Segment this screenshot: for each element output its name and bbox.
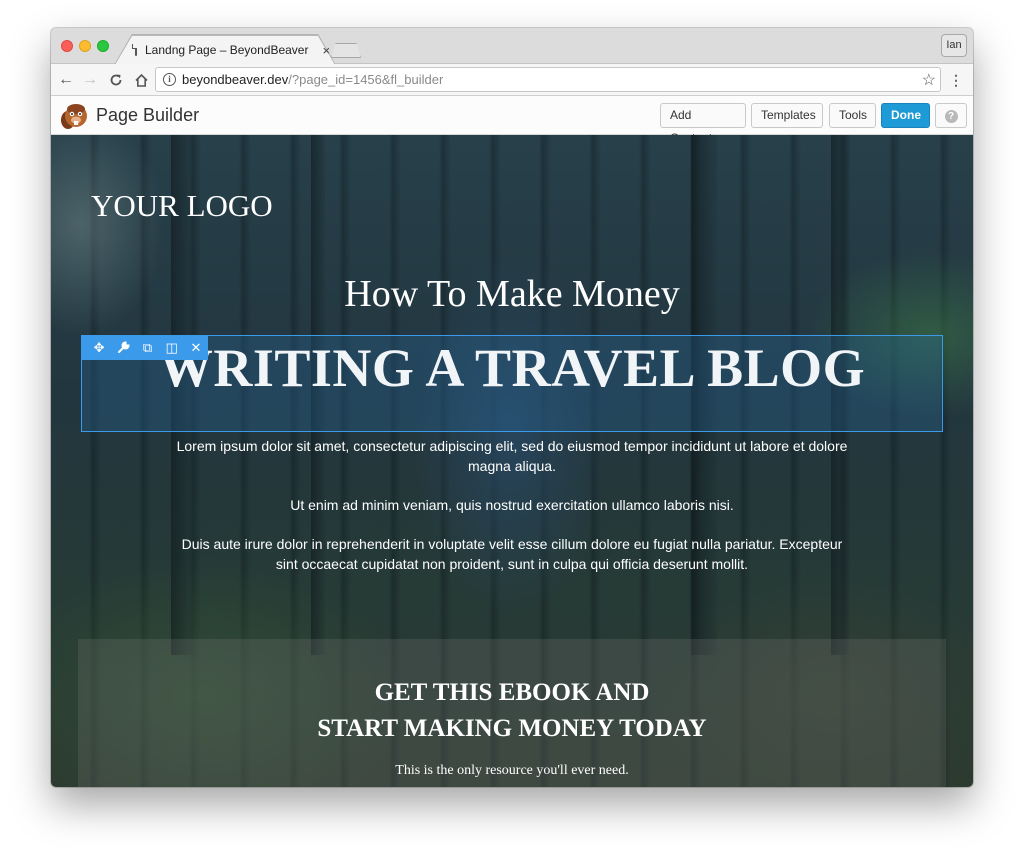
move-icon[interactable]: ✥ (87, 335, 111, 360)
info-icon[interactable]: i (163, 73, 176, 86)
help-button[interactable]: ? (935, 103, 967, 128)
cta-subtitle: This is the only resource you'll ever ne… (395, 763, 629, 778)
done-button[interactable]: Done (881, 103, 930, 128)
duplicate-icon[interactable]: ⧉ (135, 335, 159, 360)
beaver-logo-icon (61, 104, 87, 129)
browser-tab-content[interactable]: Landng Page – BeyondBeaver × (125, 36, 330, 64)
cta-section[interactable]: GET THIS EBOOK AND START MAKING MONEY TO… (78, 639, 946, 787)
remove-icon[interactable]: ✕ (184, 335, 208, 360)
cta-title-line: START MAKING MONEY TODAY (317, 715, 707, 742)
url-host: beyondbeaver.dev (182, 72, 289, 87)
url-path: /?page_id=1456&fl_builder (288, 72, 444, 87)
browser-window: Landng Page – BeyondBeaver × Ian ← → i b… (51, 28, 973, 787)
close-window-button[interactable] (61, 40, 73, 52)
document-icon (132, 44, 137, 56)
maximize-window-button[interactable] (97, 40, 109, 52)
tab-strip: Landng Page – BeyondBeaver × Ian (51, 28, 973, 65)
profile-button[interactable]: Ian (941, 34, 967, 57)
cta-title-line: GET THIS EBOOK AND (374, 679, 650, 706)
forward-arrow-icon[interactable]: → (81, 70, 99, 90)
home-icon[interactable] (132, 70, 150, 90)
hero-subtitle[interactable]: How To Make Money (51, 272, 973, 316)
hero-body-text[interactable]: Lorem ipsum dolor sit amet, consectetur … (171, 436, 853, 593)
hero-paragraph: Ut enim ad minim veniam, quis nostrud ex… (290, 497, 734, 513)
browser-toolbar: ← → i beyondbeaver.dev/?page_id=1456&fl_… (51, 64, 973, 96)
tools-button[interactable]: Tools (829, 103, 876, 128)
hero-paragraph: Lorem ipsum dolor sit amet, consectetur … (176, 438, 848, 474)
wrench-settings-icon[interactable] (111, 335, 135, 360)
hero-paragraph: Duis aute irure dolor in reprehenderit i… (181, 536, 843, 572)
templates-button[interactable]: Templates (751, 103, 823, 128)
page-builder-bar: Page Builder Add Content Templates Tools… (51, 96, 973, 145)
columns-icon[interactable]: ◫ (160, 335, 184, 360)
reload-icon[interactable] (107, 70, 125, 90)
tab-title: Landng Page – BeyondBeaver (145, 43, 309, 57)
site-logo[interactable]: YOUR LOGO (91, 188, 273, 224)
help-icon: ? (944, 110, 958, 123)
add-content-button[interactable]: Add Content (660, 103, 746, 145)
minimize-window-button[interactable] (79, 40, 91, 52)
page-canvas: YOUR LOGO How To Make Money WRITING A TR… (51, 135, 973, 787)
new-tab-button[interactable] (331, 43, 361, 58)
cta-title: GET THIS EBOOK AND START MAKING MONEY TO… (78, 675, 946, 747)
module-action-toolbar: ✥ ⧉ ◫ ✕ (81, 335, 208, 360)
address-bar[interactable]: i beyondbeaver.dev/?page_id=1456&fl_buil… (155, 67, 941, 92)
tab-close-icon[interactable]: × (322, 43, 330, 58)
page-builder-title: Page Builder (96, 105, 200, 125)
browser-menu-icon[interactable]: ⋮ (949, 70, 963, 90)
bookmark-star-icon[interactable]: ☆ (922, 70, 936, 90)
back-arrow-icon[interactable]: ← (57, 70, 75, 90)
